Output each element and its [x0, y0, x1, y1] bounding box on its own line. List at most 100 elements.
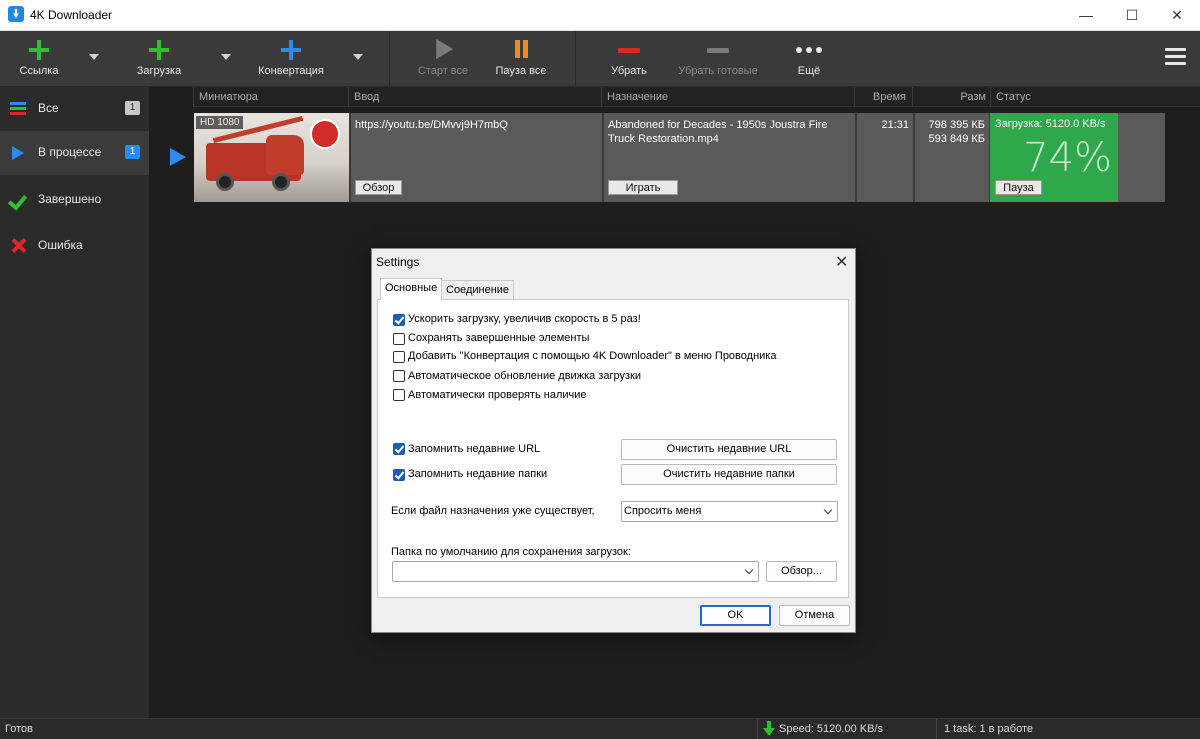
- column-time[interactable]: Время: [854, 87, 912, 107]
- start-all-button[interactable]: Старт все: [412, 31, 474, 87]
- minimize-button[interactable]: —: [1063, 0, 1109, 31]
- remove-done-button[interactable]: Убрать готовые: [672, 31, 764, 87]
- pause-all-label: Пауза все: [495, 65, 547, 77]
- sidebar-item-label: Ошибка: [38, 238, 83, 252]
- sidebar-item-error[interactable]: Ошибка: [0, 224, 149, 268]
- sidebar-item-label: В процессе: [38, 145, 102, 159]
- remove-button[interactable]: Убрать: [598, 31, 660, 87]
- more-label: Ещё: [797, 65, 821, 77]
- option-keep-completed-checkbox[interactable]: [393, 333, 405, 345]
- option-label: Добавить "Конвертация с помощью 4K Downl…: [408, 350, 777, 362]
- toolbar-divider: [389, 31, 390, 87]
- status-speed: Speed: 5120.00 KB/s: [779, 723, 883, 735]
- time-cell: 21:31: [857, 113, 915, 202]
- clear-urls-button[interactable]: Очистить недавние URL: [621, 439, 837, 460]
- option-explorer-menu-checkbox[interactable]: [393, 351, 405, 363]
- tab-connection[interactable]: Соединение: [441, 280, 515, 300]
- settings-panel: Ускорить загрузку, увеличив скорость в 5…: [377, 299, 849, 598]
- chevron-down-icon[interactable]: [221, 54, 231, 60]
- browse-folder-button[interactable]: Обзор...: [766, 561, 837, 582]
- status-cell: Загрузка: 5120.0 KB/s 74% Пауза: [990, 113, 1118, 202]
- option-auto-check-checkbox[interactable]: [393, 389, 405, 401]
- sidebar-item-completed[interactable]: Завершено: [0, 178, 149, 222]
- status-divider: [757, 719, 758, 739]
- destination-filename: Abandoned for Decades - 1950s Joustra Fi…: [608, 119, 828, 145]
- tab-general[interactable]: Основные: [380, 278, 443, 300]
- size-cell: 798 395 КБ 593 849 КБ: [915, 113, 991, 202]
- cancel-button[interactable]: Отмена: [779, 605, 850, 626]
- column-thumbnail[interactable]: Миниатюра: [193, 87, 348, 107]
- quality-badge: HD 1080: [196, 116, 244, 129]
- column-status[interactable]: Статус: [990, 87, 1164, 107]
- sidebar-item-in-progress[interactable]: В процессе 1: [0, 131, 149, 175]
- play-icon: [12, 146, 24, 160]
- default-folder-label: Папка по умолчанию для сохранения загруз…: [391, 546, 631, 558]
- size-total: 798 395 КБ: [928, 119, 985, 131]
- check-icon: [10, 191, 28, 209]
- maximize-button[interactable]: ☐: [1109, 0, 1155, 31]
- option-auto-update-checkbox[interactable]: [393, 370, 405, 382]
- dialog-close-button[interactable]: ✕: [835, 252, 848, 272]
- add-link-button[interactable]: Ссылка: [8, 31, 70, 87]
- column-size[interactable]: Разм: [912, 87, 990, 107]
- add-convert-label: Конвертация: [258, 65, 324, 77]
- option-label: Ускорить загрузку, увеличив скорость в 5…: [408, 313, 641, 325]
- list-icon: [10, 100, 28, 118]
- option-accelerate-checkbox[interactable]: [393, 314, 405, 326]
- remove-label: Убрать: [611, 65, 647, 77]
- duration-text: 21:31: [881, 119, 909, 131]
- start-all-label: Старт все: [417, 65, 469, 77]
- plus-icon: [28, 39, 50, 61]
- close-window-button[interactable]: ✕: [1154, 0, 1200, 31]
- column-destination[interactable]: Назначение: [601, 87, 854, 107]
- window-title: 4K Downloader: [30, 8, 113, 22]
- column-input[interactable]: Ввод: [348, 87, 601, 107]
- chevron-down-icon[interactable]: [353, 54, 363, 60]
- size-done: 593 849 КБ: [928, 133, 985, 145]
- plus-icon: [280, 39, 302, 61]
- minus-icon: [618, 39, 640, 61]
- sidebar-item-label: Все: [38, 101, 59, 115]
- settings-dialog: Settings ✕ Основные Соединение Ускорить …: [371, 248, 856, 633]
- if-exists-value: Спросить меня: [624, 505, 702, 517]
- table-row[interactable]: HD 1080 https://youtu.be/DMvvj9H7mbQ Обз…: [194, 113, 1165, 202]
- thumbnail-cell: HD 1080: [194, 113, 351, 202]
- option-label: Сохранять завершенные элементы: [408, 332, 590, 344]
- status-bar: Готов Speed: 5120.00 KB/s 1 task: 1 в ра…: [0, 718, 1200, 739]
- pause-all-button[interactable]: Пауза все: [490, 31, 552, 87]
- ok-button[interactable]: OK: [700, 605, 771, 626]
- dialog-title: Settings: [376, 255, 420, 269]
- destination-cell: Abandoned for Decades - 1950s Joustra Fi…: [604, 113, 857, 202]
- menu-icon[interactable]: [1165, 48, 1186, 66]
- source-url: https://youtu.be/DMvvj9H7mbQ: [355, 119, 508, 131]
- more-button[interactable]: Ещё: [778, 31, 840, 87]
- sidebar-item-all[interactable]: Все 1: [0, 87, 149, 131]
- add-download-button[interactable]: Загрузка: [128, 31, 190, 87]
- browse-button[interactable]: Обзор: [355, 180, 402, 195]
- if-exists-select[interactable]: Спросить меня: [621, 501, 838, 522]
- sidebar-item-label: Завершено: [38, 192, 102, 206]
- toolbar: Ссылка Загрузка Конвертация Старт все Па…: [0, 31, 1200, 87]
- play-icon: [436, 39, 454, 59]
- chevron-down-icon: [823, 505, 833, 515]
- pause-button[interactable]: Пауза: [995, 180, 1042, 195]
- remember-urls-checkbox[interactable]: [393, 443, 405, 455]
- remember-folders-checkbox[interactable]: [393, 469, 405, 481]
- toolbar-divider: [575, 31, 576, 87]
- remember-urls-label: Запомнить недавние URL: [408, 443, 541, 455]
- count-badge: 1: [125, 145, 140, 159]
- title-bar: 4K Downloader — ☐ ✕: [0, 0, 1200, 31]
- play-button[interactable]: Играть: [608, 180, 678, 195]
- progress-percent: 74%: [1023, 135, 1112, 181]
- clear-folders-button[interactable]: Очистить недавние папки: [621, 464, 837, 485]
- download-arrow-icon: [763, 721, 775, 737]
- chevron-down-icon[interactable]: [89, 54, 99, 60]
- add-convert-button[interactable]: Конвертация: [252, 31, 330, 87]
- row-play-icon[interactable]: [170, 148, 186, 166]
- if-exists-label: Если файл назначения уже существует,: [391, 505, 595, 517]
- video-thumbnail: HD 1080: [194, 113, 349, 202]
- count-badge: 1: [125, 101, 140, 115]
- minus-icon: [707, 39, 729, 61]
- default-folder-input[interactable]: [392, 561, 759, 582]
- pause-icon: [510, 39, 532, 61]
